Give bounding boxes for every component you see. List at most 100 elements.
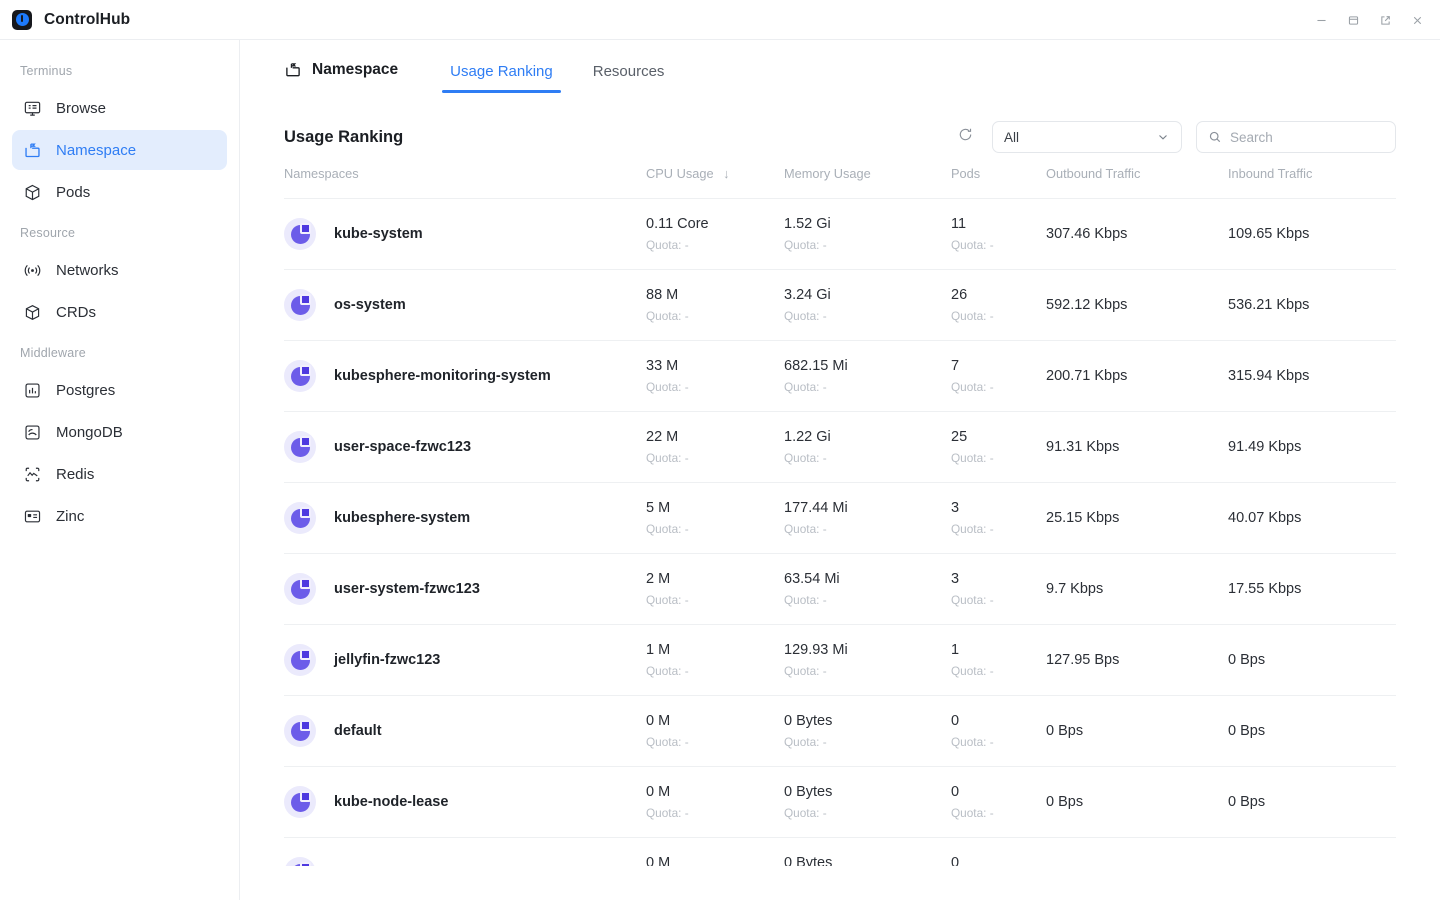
cpu-usage-value: 0 M (646, 712, 671, 729)
close-button[interactable] (1404, 7, 1430, 33)
sidebar-group-label-middleware: Middleware (20, 346, 86, 360)
column-header-outbound-traffic[interactable]: Outbound Traffic (1046, 166, 1228, 199)
pods-quota-label: Quota: - (951, 593, 994, 608)
cell-outbound-traffic: 200.71 Kbps (1046, 341, 1228, 412)
sidebar-item-crds[interactable]: CRDs (12, 292, 227, 332)
pods-quota-label: Quota: - (951, 451, 994, 466)
outbound-traffic-value: 0 Bps (1046, 794, 1084, 810)
column-header-memory-usage[interactable]: Memory Usage (784, 166, 951, 199)
sidebar-item-postgres[interactable]: Postgres (12, 370, 227, 410)
table-head: Namespaces CPU Usage ↓ Memory Usage Pods (284, 166, 1396, 199)
pods-quota-label: Quota: - (951, 664, 994, 679)
pods-quota-label: Quota: - (951, 238, 994, 253)
table-row[interactable]: jellyfin-fzwc123 1 M Quota: - 129.93 Mi Quot… (284, 624, 1396, 696)
sidebar-item-pods[interactable]: Pods (12, 172, 227, 212)
cell-cpu-usage: 33 M Quota: - (646, 341, 784, 412)
table-row[interactable]: kubesphere-monitoring-system 33 M Quota: -… (284, 340, 1396, 412)
cpu-usage-value: 88 M (646, 286, 679, 303)
namespace-name: kube-node-lease (334, 794, 449, 810)
sidebar-item-networks[interactable]: Networks (12, 250, 227, 290)
refresh-button[interactable] (952, 124, 978, 150)
sidebar-item-namespace[interactable]: Namespace (12, 130, 227, 170)
namespace-name: user-space-fzwc123 (334, 439, 472, 455)
cell-outbound-traffic: 25.15 Kbps (1046, 483, 1228, 554)
cell-inbound-traffic: 0 Bps (1228, 625, 1396, 696)
column-header-label: Inbound Traffic (1228, 166, 1313, 181)
column-header-label: Memory Usage (784, 166, 871, 181)
table-row[interactable]: user-space-fzwc123 22 M Quota: - 1.22 Gi Quo… (284, 411, 1396, 483)
table-body: kube-system 0.11 Core Quota: - 1.52 Gi Quota… (284, 198, 1396, 866)
table-row[interactable]: kubesphere-system 5 M Quota: - 177.44 Mi Quo… (284, 482, 1396, 554)
sidebar-item-label: Namespace (56, 141, 137, 159)
table-row[interactable]: os-system 88 M Quota: - 3.24 Gi Quota: - 26 Qu… (284, 269, 1396, 341)
cell-cpu-usage: 0 M Quota: - (646, 767, 784, 838)
cell-memory-usage: 0 BytesQuota: - (784, 838, 951, 866)
app-layout: Terminus Browse Namespace Pods Resource … (0, 40, 1440, 900)
pods-value: 0 (951, 783, 960, 800)
table-row[interactable]: user-system-fzwc123 2 M Quota: - 63.54 Mi Qu… (284, 553, 1396, 625)
pods-value: 3 (951, 499, 960, 516)
column-header-label: CPU Usage (646, 166, 714, 181)
namespace-name: kubesphere-monitoring-system (334, 368, 551, 384)
cell-pods: 3 Quota: - (951, 483, 1046, 554)
sidebar-item-mongodb[interactable]: MongoDB (12, 412, 227, 452)
cell-namespace: kubesphere-monitoring-system (284, 341, 646, 412)
sidebar-item-label: Networks (56, 261, 119, 279)
table-row[interactable]: kube-public 0 MQuota: -0 BytesQuota: -0Qu… (284, 837, 1396, 866)
cell-inbound-traffic: 0 Bps (1228, 767, 1396, 838)
cell-outbound-traffic: 127.95 Bps (1046, 625, 1228, 696)
cell-inbound-traffic: 109.65 Kbps (1228, 199, 1396, 270)
namespace-name: kube-system (334, 226, 423, 242)
namespace-avatar-icon (284, 644, 316, 676)
cell-pods: 0Quota: - (951, 838, 1046, 866)
sidebar: Terminus Browse Namespace Pods Resource … (0, 40, 240, 900)
search-input[interactable] (1230, 129, 1384, 145)
filter-select[interactable]: All (992, 121, 1182, 153)
pods-quota-label: Quota: - (951, 806, 994, 821)
table-row[interactable]: default 0 M Quota: - 0 Bytes Quota: - 0 Quota:… (284, 695, 1396, 767)
cell-outbound-traffic: 91.31 Kbps (1046, 412, 1228, 483)
minimize-button[interactable] (1308, 7, 1334, 33)
cell-outbound-traffic: 0 Bps (1046, 767, 1228, 838)
cell-outbound-traffic: 0 Bps (1046, 696, 1228, 767)
page-title: Namespace (284, 61, 398, 81)
search-box[interactable] (1196, 121, 1396, 153)
column-header-cpu-usage[interactable]: CPU Usage ↓ (646, 166, 784, 199)
tab-resources[interactable]: Resources (585, 63, 673, 93)
popout-button[interactable] (1372, 7, 1398, 33)
namespace-name: jellyfin-fzwc123 (334, 652, 441, 668)
pods-quota-label: Quota: - (951, 522, 994, 537)
sidebar-item-browse[interactable]: Browse (12, 88, 227, 128)
cell-inbound-traffic: 0 Bps (1228, 838, 1396, 866)
cell-namespace: os-system (284, 270, 646, 341)
pods-value: 3 (951, 570, 960, 587)
column-header-inbound-traffic[interactable]: Inbound Traffic (1228, 166, 1396, 199)
cpu-quota-label: Quota: - (646, 451, 689, 466)
cpu-usage-value: 33 M (646, 357, 679, 374)
maximize-button[interactable] (1340, 7, 1366, 33)
sidebar-item-zinc[interactable]: Zinc (12, 496, 227, 536)
cell-namespace: user-space-fzwc123 (284, 412, 646, 483)
pods-quota-label: Quota: - (951, 380, 994, 395)
tab-usage-ranking[interactable]: Usage Ranking (442, 63, 561, 93)
memory-quota-label: Quota: - (784, 735, 827, 750)
memory-quota-label: Quota: - (784, 593, 827, 608)
sidebar-item-redis[interactable]: Redis (12, 454, 227, 494)
column-header-namespaces[interactable]: Namespaces (284, 166, 646, 199)
memory-quota-label: Quota: - (784, 238, 827, 253)
table-row[interactable]: kube-node-lease 0 M Quota: - 0 Bytes Quota: … (284, 766, 1396, 838)
cell-memory-usage: 177.44 Mi Quota: - (784, 483, 951, 554)
outbound-traffic-value: 0 Bps (1046, 723, 1084, 739)
memory-quota-label: Quota: - (784, 806, 827, 821)
window-controls (1308, 0, 1430, 40)
cell-cpu-usage: 22 M Quota: - (646, 412, 784, 483)
cpu-quota-label: Quota: - (646, 593, 689, 608)
inbound-traffic-value: 17.55 Kbps (1228, 581, 1302, 597)
outbound-traffic-value: 200.71 Kbps (1046, 368, 1128, 384)
cpu-quota-label: Quota: - (646, 664, 689, 679)
cell-inbound-traffic: 0 Bps (1228, 696, 1396, 767)
cell-namespace: kube-node-lease (284, 767, 646, 838)
cell-outbound-traffic: 0 Bps (1046, 838, 1228, 866)
table-row[interactable]: kube-system 0.11 Core Quota: - 1.52 Gi Quota… (284, 198, 1396, 270)
column-header-pods[interactable]: Pods (951, 166, 1046, 199)
